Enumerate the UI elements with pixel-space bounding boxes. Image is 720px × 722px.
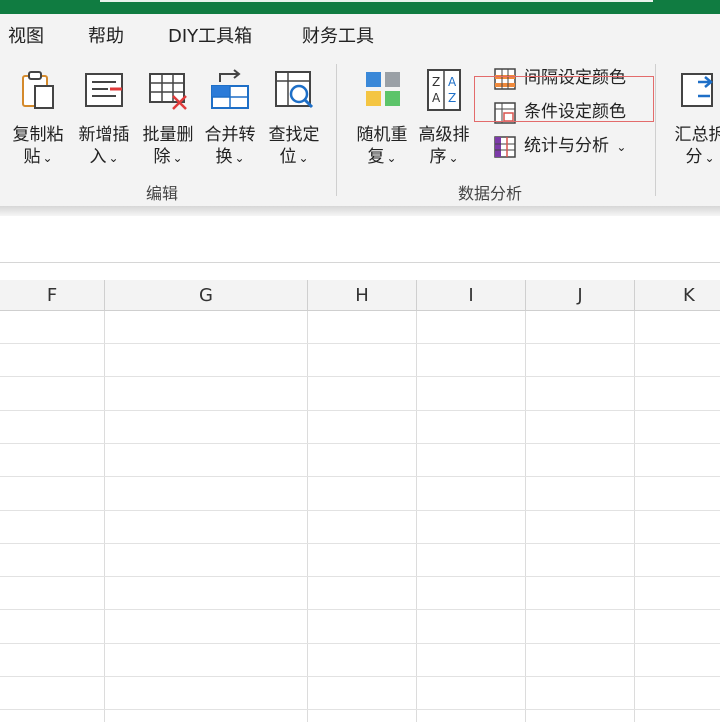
menu-view[interactable]: 视图 — [8, 22, 44, 48]
column-header-j[interactable]: J — [526, 280, 634, 310]
cell-grid[interactable] — [0, 311, 720, 722]
copy-paste-label-1: 复制粘 — [12, 125, 64, 145]
column-header-i[interactable]: I — [417, 280, 525, 310]
merge-convert-label-2: 换 — [215, 147, 233, 167]
title-bar — [0, 0, 720, 14]
advanced-sort-label-1: 高级排 — [418, 125, 470, 145]
group-label-data-analysis: 数据分析 — [458, 184, 523, 203]
grid-row-line — [0, 343, 720, 344]
grid-row-line — [0, 709, 720, 710]
grid-column-line — [307, 311, 308, 722]
grid-row-line — [0, 476, 720, 477]
chevron-down-icon: ⌄ — [616, 140, 627, 154]
summarize-split-label-1: 汇总拆 — [674, 125, 720, 145]
advanced-sort-label-2: 序 — [429, 147, 447, 167]
find-locate-label-1: 查找定 — [268, 125, 320, 145]
chevron-down-icon: ⌄ — [298, 151, 309, 165]
statistics-grid-icon — [494, 136, 516, 158]
grid-row-line — [0, 543, 720, 544]
advanced-sort-button[interactable]: Z A A Z 高级排 序 ⌄ — [412, 66, 476, 167]
summarize-split-button[interactable]: 汇总拆 分 ⌄ — [668, 66, 720, 167]
menu-finance-tools[interactable]: 财务工具 — [302, 22, 374, 48]
menu-diy-toolbox[interactable]: DIY工具箱 — [168, 22, 252, 48]
random-repeat-label-1: 随机重 — [356, 125, 408, 145]
chevron-down-icon: ⌄ — [234, 151, 245, 165]
batch-delete-label-1: 批量删 — [142, 125, 194, 145]
chevron-down-icon: ⌄ — [42, 151, 53, 165]
ribbon-separator — [336, 64, 337, 196]
column-header-row: F G H I J K — [0, 280, 720, 311]
color-blocks-icon — [366, 72, 400, 106]
find-locate-label-2: 位 — [279, 147, 297, 167]
merge-convert-icon — [211, 69, 249, 109]
svg-text:Z: Z — [448, 91, 456, 105]
svg-text:A: A — [448, 75, 457, 89]
random-repeat-button[interactable]: 随机重 复 ⌄ — [350, 66, 414, 167]
svg-text:Z: Z — [432, 75, 440, 89]
ribbon-separator — [655, 64, 656, 196]
column-header-h[interactable]: H — [308, 280, 416, 310]
svg-text:A: A — [432, 91, 441, 105]
batch-delete-button[interactable]: 批量删 除 ⌄ — [136, 66, 200, 167]
delete-grid-icon — [149, 73, 187, 110]
sort-az-icon: Z A A Z — [427, 69, 461, 111]
statistics-analysis-button[interactable]: 统计与分析 ⌄ — [494, 134, 649, 160]
statistics-analysis-label: 统计与分析 ⌄ — [524, 136, 627, 156]
find-locate-button[interactable]: 查找定 位 ⌄ — [262, 66, 326, 167]
copy-paste-label-2: 贴 — [23, 147, 41, 167]
group-label-edit: 编辑 — [146, 184, 179, 203]
summarize-split-label-2: 分 — [685, 147, 703, 167]
title-strip — [100, 0, 653, 2]
grid-row-line — [0, 510, 720, 511]
grid-column-line — [525, 311, 526, 722]
chevron-down-icon: ⌄ — [386, 151, 397, 165]
merge-convert-button[interactable]: 合并转 换 ⌄ — [198, 66, 262, 167]
grid-column-line — [416, 311, 417, 722]
find-icon — [275, 71, 314, 109]
grid-row-line — [0, 576, 720, 577]
column-header-g[interactable]: G — [105, 280, 307, 310]
insert-new-label-1: 新增插 — [78, 125, 130, 145]
menu-bar: 视图 帮助 DIY工具箱 财务工具 — [0, 14, 720, 58]
insert-new-label-2: 入 — [89, 147, 107, 167]
menu-help[interactable]: 帮助 — [88, 22, 124, 48]
merge-convert-label-1: 合并转 — [204, 125, 256, 145]
insert-rows-icon — [85, 73, 123, 107]
chevron-down-icon: ⌄ — [108, 151, 119, 165]
clipboard-icon — [22, 71, 54, 109]
random-repeat-label-2: 复 — [367, 147, 385, 167]
grid-row-line — [0, 609, 720, 610]
chevron-down-icon: ⌄ — [448, 151, 459, 165]
summarize-split-icon — [681, 73, 713, 107]
grid-row-line — [0, 676, 720, 677]
grid-column-line — [104, 311, 105, 722]
insert-new-button[interactable]: 新增插 入 ⌄ — [72, 66, 136, 167]
batch-delete-label-2: 除 — [153, 147, 171, 167]
formula-bar-area — [0, 216, 720, 263]
ribbon-shadow — [0, 206, 720, 216]
column-header-k[interactable]: K — [635, 280, 720, 310]
grid-row-line — [0, 410, 720, 411]
copy-paste-button[interactable]: 复制粘 贴 ⌄ — [6, 66, 70, 167]
grid-row-line — [0, 443, 720, 444]
chevron-down-icon: ⌄ — [172, 151, 183, 165]
grid-column-line — [634, 311, 635, 722]
chevron-down-icon: ⌄ — [704, 151, 715, 165]
column-header-f[interactable]: F — [0, 280, 104, 310]
statistics-highlight-box — [474, 76, 654, 122]
grid-row-line — [0, 643, 720, 644]
grid-row-line — [0, 376, 720, 377]
